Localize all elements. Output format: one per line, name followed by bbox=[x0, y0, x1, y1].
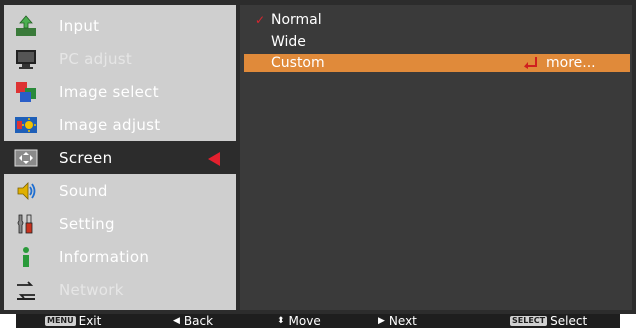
menu-key-icon: MENU bbox=[45, 316, 76, 326]
menu-item-label: Image adjust bbox=[59, 115, 161, 134]
menu-item-label: Input bbox=[59, 16, 100, 35]
osd-panel: Input PC adjust Image select Image adjus… bbox=[0, 0, 636, 314]
option-custom[interactable]: Custom more... bbox=[244, 54, 630, 72]
check-icon: ✓ bbox=[255, 13, 266, 27]
more-link[interactable]: more... bbox=[546, 55, 596, 71]
right-arrow-icon: ▶ bbox=[378, 316, 385, 326]
screen-submenu: ✓ Normal Wide Custom more... bbox=[240, 5, 632, 310]
menu-item-setting[interactable]: Setting bbox=[4, 207, 236, 240]
menu-item-screen[interactable]: Screen bbox=[4, 141, 236, 174]
menu-item-sound[interactable]: Sound bbox=[4, 174, 236, 207]
main-menu: Input PC adjust Image select Image adjus… bbox=[4, 5, 236, 310]
footer-move: ⬍ Move bbox=[277, 314, 321, 328]
footer-exit-label: Exit bbox=[78, 314, 102, 328]
image-adjust-icon bbox=[13, 112, 39, 138]
option-label: Normal bbox=[271, 12, 322, 28]
selection-indicator-icon bbox=[208, 152, 220, 166]
option-label: Wide bbox=[271, 34, 306, 50]
menu-item-image-adjust[interactable]: Image adjust bbox=[4, 108, 236, 141]
footer-back-label: Back bbox=[183, 314, 214, 328]
menu-item-label: Network bbox=[59, 280, 124, 299]
footer-move-label: Move bbox=[288, 314, 321, 328]
footer-select-label: Select bbox=[550, 314, 588, 328]
footer-next: ▶ Next bbox=[378, 314, 417, 328]
option-normal[interactable]: ✓ Normal bbox=[240, 11, 632, 29]
menu-item-label: Image select bbox=[59, 82, 159, 101]
up-down-arrow-icon: ⬍ bbox=[277, 316, 285, 326]
menu-item-pc-adjust[interactable]: PC adjust bbox=[4, 42, 236, 75]
sound-icon bbox=[13, 178, 39, 204]
menu-item-label: Information bbox=[59, 247, 150, 266]
menu-item-network[interactable]: Network bbox=[4, 273, 236, 306]
input-icon bbox=[13, 13, 39, 39]
image-select-icon bbox=[13, 79, 39, 105]
footer-next-label: Next bbox=[388, 314, 417, 328]
screen-icon bbox=[13, 145, 39, 171]
menu-item-input[interactable]: Input bbox=[4, 9, 236, 42]
option-label: Custom bbox=[271, 55, 325, 71]
menu-item-information[interactable]: Information bbox=[4, 240, 236, 273]
footer-exit: MENU Exit bbox=[45, 314, 101, 328]
menu-item-label: PC adjust bbox=[59, 49, 133, 68]
select-key-icon: SELECT bbox=[510, 316, 548, 326]
network-icon bbox=[13, 277, 39, 303]
option-wide[interactable]: Wide bbox=[240, 33, 632, 51]
footer-bar: MENU Exit ◀ Back ⬍ Move ▶ Next SELECT Se… bbox=[16, 314, 620, 328]
enter-icon bbox=[524, 57, 537, 69]
menu-item-label: Sound bbox=[59, 181, 108, 200]
footer-select: SELECT Select bbox=[510, 314, 587, 328]
information-icon bbox=[13, 244, 39, 270]
footer-back: ◀ Back bbox=[173, 314, 213, 328]
menu-item-image-select[interactable]: Image select bbox=[4, 75, 236, 108]
projector-osd: Input PC adjust Image select Image adjus… bbox=[0, 0, 636, 328]
menu-item-label: Screen bbox=[59, 148, 113, 167]
setting-icon bbox=[13, 211, 39, 237]
menu-item-label: Setting bbox=[59, 214, 115, 233]
pc-adjust-icon bbox=[13, 46, 39, 72]
left-arrow-icon: ◀ bbox=[173, 316, 180, 326]
